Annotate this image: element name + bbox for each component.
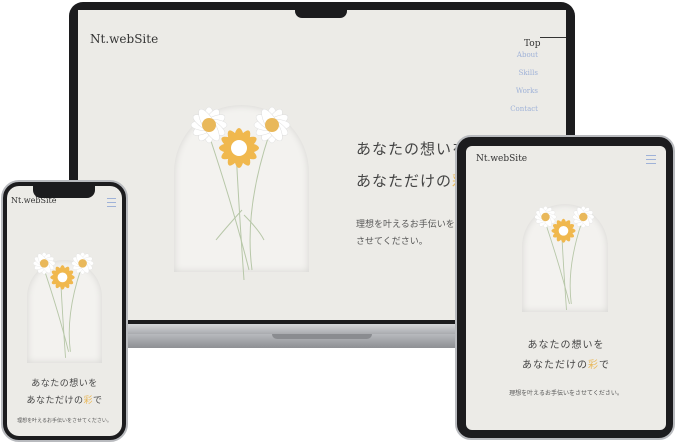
laptop-camera-notch	[295, 2, 347, 18]
phone-notch	[33, 186, 95, 198]
phone-hero-line2-text: あなただけの	[26, 396, 84, 406]
nav-top-label: Top	[524, 39, 541, 49]
tablet-hero-sub: 理想を叶えるお手伝いをさせてください。	[509, 390, 623, 397]
phone-screen: Nt.webSite あなたの想いを あなただけの彩で 理想を叶えるお手伝いをさ…	[7, 186, 122, 436]
nav-contact-link[interactable]: Contact	[498, 105, 538, 113]
tablet-daisy-bouquet-illustration	[534, 206, 595, 311]
tablet-screen: Nt.webSite あなたの想いを あなただけの彩で 理想を叶えるお手伝いをさ…	[466, 146, 666, 430]
nav-top-link[interactable]: Top	[524, 31, 540, 50]
hamburger-menu-icon[interactable]	[646, 155, 656, 167]
phone-daisy-bouquet-illustration	[33, 252, 94, 358]
nav-skills-link[interactable]: Skills	[498, 69, 538, 77]
tablet-site-logo[interactable]: Nt.webSite	[476, 154, 527, 164]
phone-hero-line2-suffix: で	[93, 396, 103, 406]
phone-hero-line2: あなただけの彩で	[7, 393, 122, 406]
nav-works-link[interactable]: Works	[498, 87, 538, 95]
tablet-hero-accent-char: 彩	[588, 360, 599, 371]
phone-hero-sub: 理想を叶えるお手伝いをさせてください。	[17, 418, 112, 424]
tablet-hero-line1: あなたの想いを	[527, 340, 605, 351]
site-logo[interactable]: Nt.webSite	[90, 32, 158, 46]
tablet-hero-line2-suffix: で	[599, 360, 610, 371]
hero-sub-line1: 理想を叶えるお手伝いを	[356, 220, 455, 230]
nav-top-line	[540, 37, 566, 38]
nav-about-link[interactable]: About	[498, 51, 538, 59]
phone-hero-accent-char: 彩	[83, 396, 93, 406]
hero-line2-text: あなただけの	[356, 172, 453, 190]
phone-hamburger-menu-icon[interactable]	[107, 198, 116, 210]
hero-line2: あなただけの彩	[356, 170, 468, 191]
laptop-hinge	[272, 334, 372, 339]
hero-sub-line2: させてください。	[356, 237, 428, 247]
tablet-hero-line2-text: あなただけの	[522, 360, 588, 371]
phone-hero-line1: あなたの想いを	[31, 379, 98, 389]
tablet-hero-line2: あなただけの彩で	[466, 356, 666, 371]
daisy-bouquet-illustration	[190, 106, 291, 281]
hero-line1: あなたの想いを	[356, 140, 469, 158]
